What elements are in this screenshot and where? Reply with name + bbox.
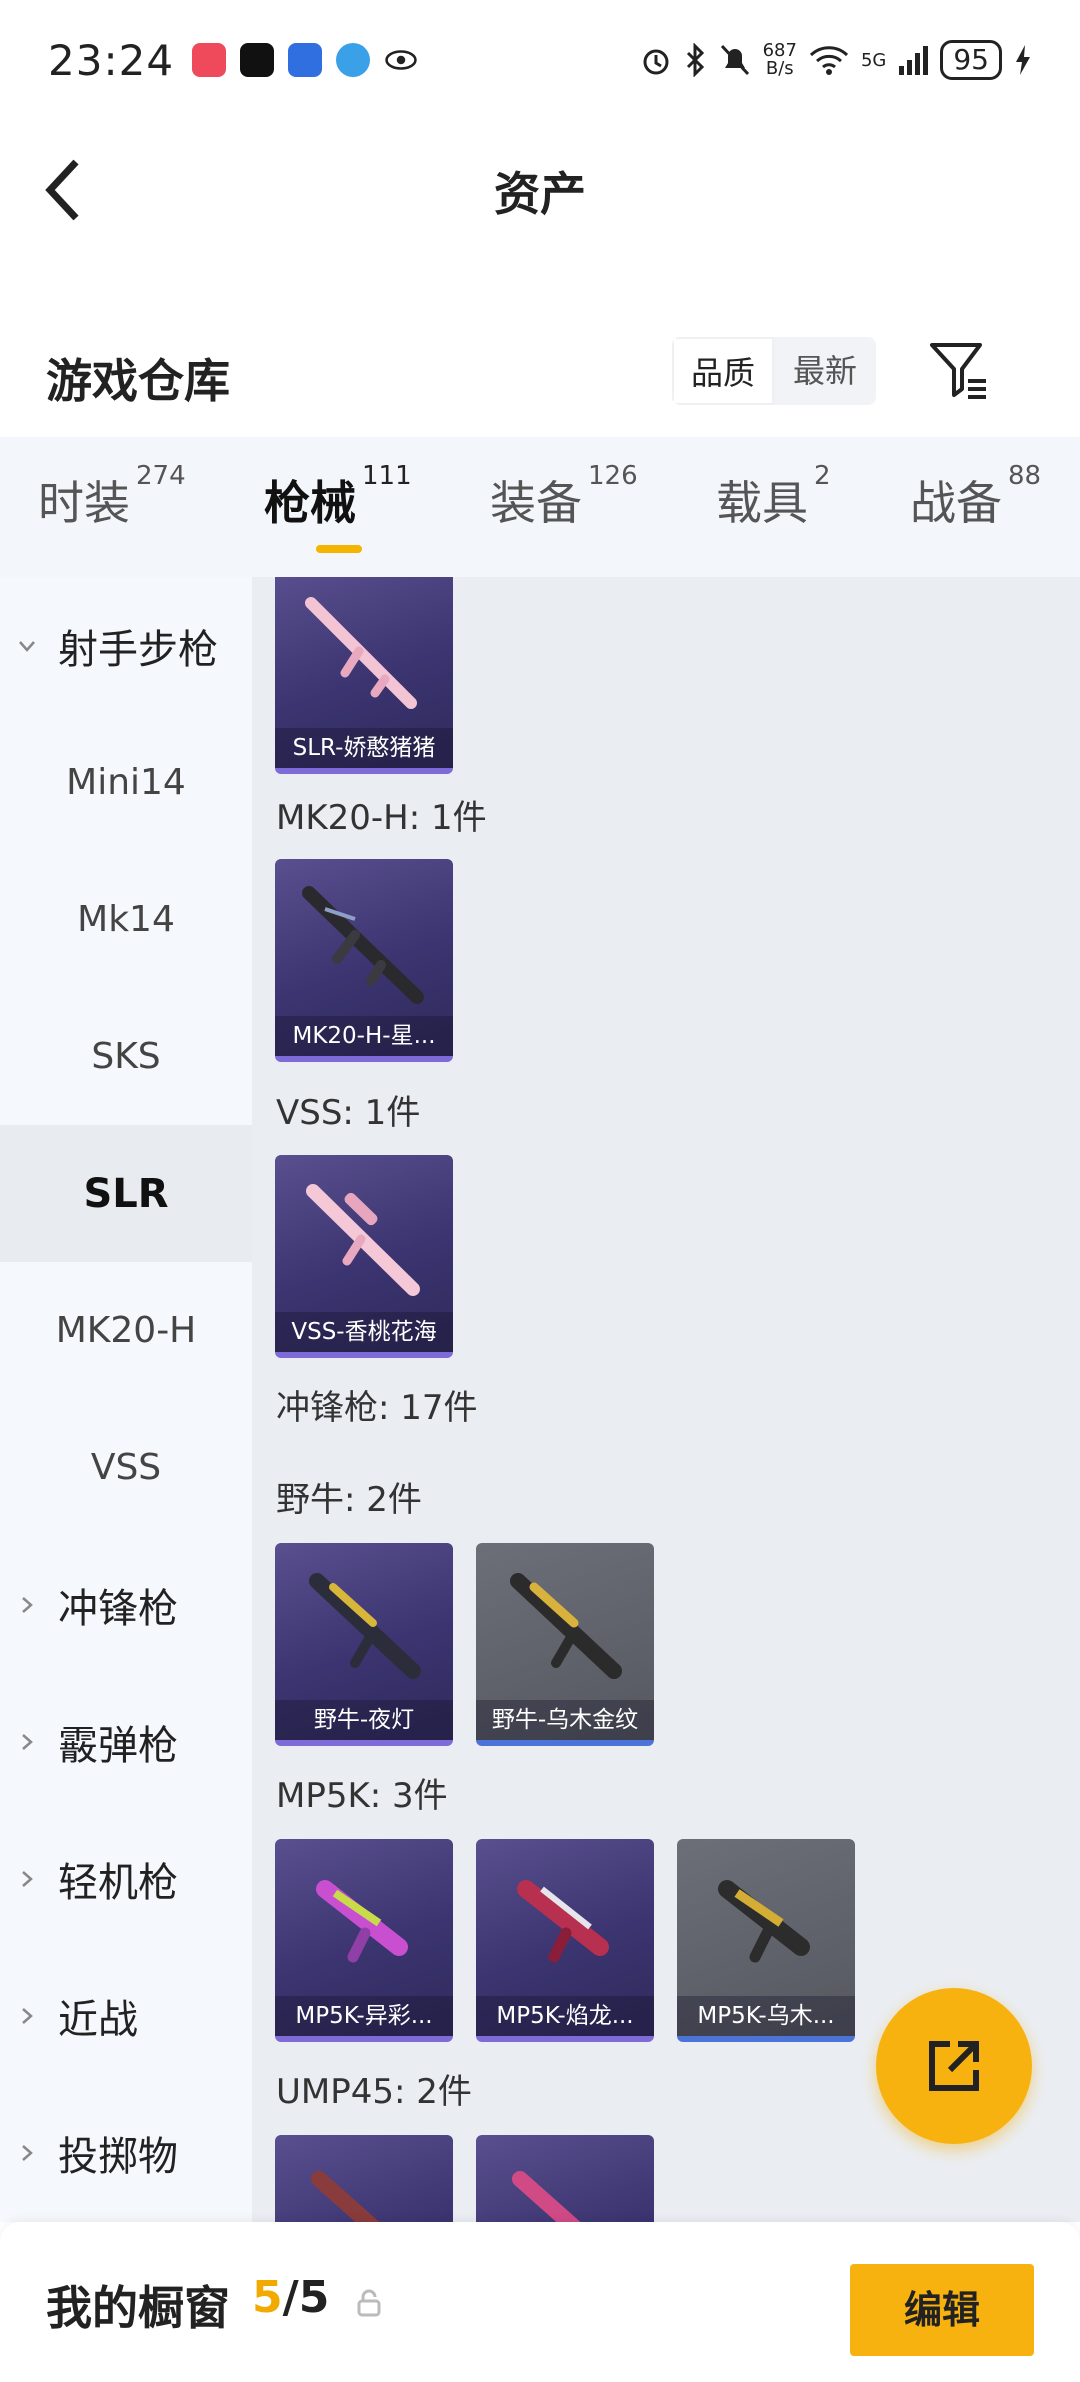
sidebar-item-vss[interactable]: VSS xyxy=(0,1399,252,1536)
tab-equipment[interactable]: 装备 126 xyxy=(490,461,638,533)
sidebar-item-mk14[interactable]: Mk14 xyxy=(0,851,252,988)
sidebar-item-throwable[interactable]: 投掷物 xyxy=(0,2084,252,2221)
sidebar-item-mini14[interactable]: Mini14 xyxy=(0,714,252,851)
edit-button[interactable]: 编辑 xyxy=(850,2264,1034,2356)
alarm-icon xyxy=(643,49,669,75)
sidebar-item-lmg[interactable]: 轻机枪 xyxy=(0,1810,252,1947)
shopping-app-icon xyxy=(192,43,227,77)
app-header: 资产 xyxy=(0,130,1080,250)
smg-icon xyxy=(718,1880,810,1963)
wifi-icon xyxy=(809,46,848,75)
weapon-list: SLR-娇憨猪猪 MK20-H: 1件 MK20-H-星... VSS: 1件 … xyxy=(252,577,1080,2222)
section-bizon: 野牛: 2件 xyxy=(276,1480,422,1520)
tab-weapons[interactable]: 枪械 111 xyxy=(264,461,412,533)
weapon-card-bizon-nightlight[interactable]: 野牛-夜灯 xyxy=(275,1543,453,1746)
weapon-card-mk20h[interactable]: MK20-H-星... xyxy=(275,859,453,1062)
section-mk20h: MK20-H: 1件 xyxy=(276,798,487,838)
sidebar-item-smg[interactable]: 冲锋枪 xyxy=(0,1536,252,1673)
mute-bell-icon xyxy=(720,44,749,76)
chevron-right-icon xyxy=(22,1596,33,1613)
weapon-card-ump45-2[interactable] xyxy=(476,2135,654,2222)
share-fab[interactable] xyxy=(876,1988,1032,2144)
smg-icon xyxy=(517,1880,609,1963)
lock-icon xyxy=(357,2289,381,2317)
globe-app-icon xyxy=(336,43,371,77)
tab-supplies[interactable]: 战备 88 xyxy=(910,461,1041,533)
filter-icon[interactable] xyxy=(928,339,990,401)
eye-icon xyxy=(385,50,417,70)
showcase-title: 我的橱窗 xyxy=(46,2281,230,2335)
smg-icon xyxy=(512,2171,581,2222)
page-title: 资产 xyxy=(494,167,586,221)
weapon-card-vss[interactable]: VSS-香桃花海 xyxy=(275,1155,453,1358)
status-time: 23:24 xyxy=(48,35,175,85)
status-bar: 23:24 687 B/s 5G 95 xyxy=(0,0,1080,120)
weapon-card-mp5k-1[interactable]: MP5K-异彩... xyxy=(275,1839,453,2042)
sniper-rifle-icon xyxy=(305,597,417,709)
active-tab-indicator xyxy=(316,545,362,553)
warehouse-title: 游戏仓库 xyxy=(46,354,230,408)
external-link-icon xyxy=(929,2041,979,2091)
battery-level: 95 xyxy=(940,40,1002,80)
sidebar-item-shotgun[interactable]: 霰弹枪 xyxy=(0,1673,252,1810)
sidebar-item-slr[interactable]: SLR xyxy=(0,1125,252,1262)
sidebar-item-sks[interactable]: SKS xyxy=(0,988,252,1125)
section-smg: 冲锋枪: 17件 xyxy=(276,1388,478,1428)
notification-icons xyxy=(192,43,418,77)
section-ump45: UMP45: 2件 xyxy=(276,2072,472,2112)
tab-fashion[interactable]: 时装 274 xyxy=(38,461,186,533)
chevron-right-icon xyxy=(22,2007,33,2024)
chevron-right-icon xyxy=(22,1733,33,1750)
smg-icon xyxy=(316,1880,408,1963)
weapon-card-ump45-1[interactable] xyxy=(275,2135,453,2222)
smg-icon xyxy=(309,1573,421,1679)
section-vss: VSS: 1件 xyxy=(276,1093,421,1133)
sort-quality-button[interactable]: 品质 xyxy=(672,337,774,405)
signal-icon xyxy=(899,46,929,75)
sort-toggle: 品质 最新 xyxy=(672,337,876,405)
section-mp5k: MP5K: 3件 xyxy=(276,1776,448,1816)
weapon-category-sidebar: 射手步枪 Mini14 Mk14 SKS SLR MK20-H VSS 冲锋枪 … xyxy=(0,577,252,2222)
soul-app-icon xyxy=(240,43,275,77)
sort-latest-button[interactable]: 最新 xyxy=(774,337,876,405)
chevron-down-icon xyxy=(19,640,35,652)
sidebar-item-marksman-rifle[interactable]: 射手步枪 xyxy=(0,577,252,714)
chevron-right-icon xyxy=(22,1870,33,1887)
sidebar-item-melee[interactable]: 近战 xyxy=(0,1947,252,2084)
sidebar-item-mk20h[interactable]: MK20-H xyxy=(0,1262,252,1399)
weapon-card-slr[interactable]: SLR-娇憨猪猪 xyxy=(275,577,453,774)
rifle-icon xyxy=(302,886,424,1004)
warehouse-header: 游戏仓库 品质 最新 xyxy=(0,325,1080,435)
showcase-count: 5/5 xyxy=(252,2272,330,2323)
smg-icon xyxy=(510,1573,622,1679)
weapon-card-mp5k-2[interactable]: MP5K-焰龙... xyxy=(476,1839,654,2042)
smg-icon xyxy=(311,2171,380,2222)
sniper-rifle-icon xyxy=(306,1184,420,1296)
tab-vehicles[interactable]: 载具 2 xyxy=(716,461,831,533)
car-app-icon xyxy=(288,43,323,77)
category-tabs: 时装 274 枪械 111 装备 126 载具 2 战备 88 xyxy=(0,437,1080,577)
charging-icon xyxy=(1016,45,1030,75)
bluetooth-icon xyxy=(686,43,704,77)
status-icons: 687 B/s 5G 95 xyxy=(639,40,1032,80)
signal-label: 5G xyxy=(860,49,887,71)
weapon-card-mp5k-3[interactable]: MP5K-乌木... xyxy=(677,1839,855,2042)
chevron-right-icon xyxy=(22,2144,33,2161)
showcase-bar: 我的橱窗 5/5 编辑 xyxy=(0,2222,1080,2382)
network-speed: 687 B/s xyxy=(762,40,797,79)
weapon-card-bizon-ebony[interactable]: 野牛-乌木金纹 xyxy=(476,1543,654,1746)
